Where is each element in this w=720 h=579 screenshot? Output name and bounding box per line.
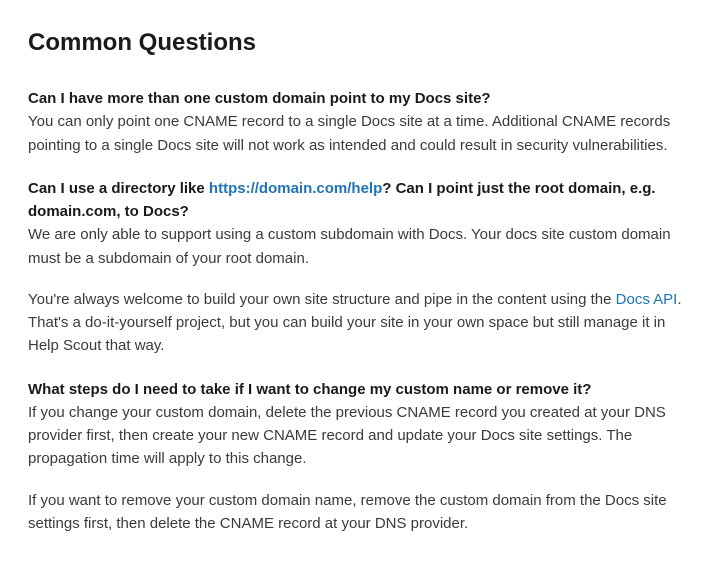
faq-answer: If you want to remove your custom domain… (28, 489, 692, 536)
directory-example-link[interactable]: https://domain.com/help (209, 180, 382, 197)
faq-answer: You're always welcome to build your own … (28, 288, 692, 358)
faq-item-1: Can I have more than one custom domain p… (28, 87, 692, 157)
faq-answer: You can only point one CNAME record to a… (28, 110, 692, 157)
faq-answer: If you change your custom domain, delete… (28, 401, 692, 471)
faq-item-2: Can I use a directory like https://domai… (28, 177, 692, 358)
faq-answer: We are only able to support using a cust… (28, 223, 692, 270)
docs-api-link[interactable]: Docs API (616, 291, 678, 308)
question-text-pre: Can I use a directory like (28, 180, 209, 197)
faq-question: What steps do I need to take if I want t… (28, 378, 692, 401)
faq-question: Can I use a directory like https://domai… (28, 177, 692, 224)
faq-item-3: What steps do I need to take if I want t… (28, 378, 692, 536)
answer-text-pre: You're always welcome to build your own … (28, 291, 616, 308)
page-heading: Common Questions (28, 24, 692, 61)
faq-question: Can I have more than one custom domain p… (28, 87, 692, 110)
